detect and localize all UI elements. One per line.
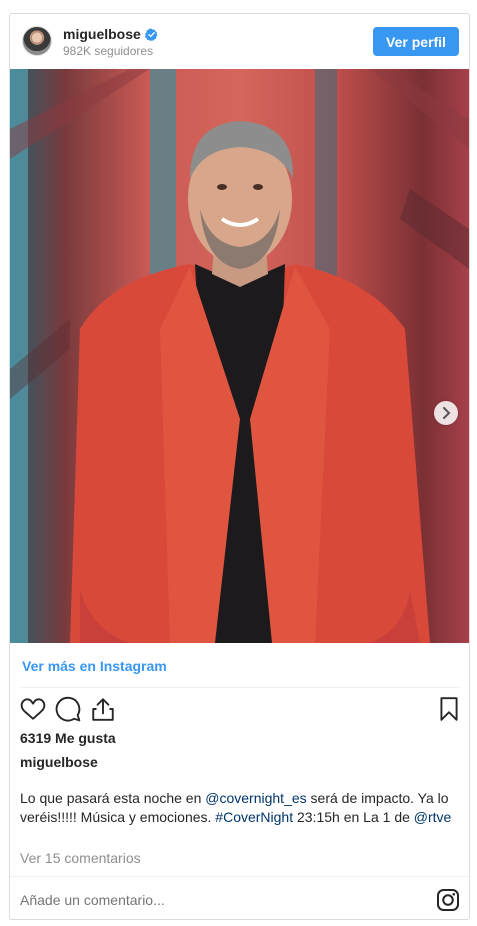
- like-count[interactable]: 6319 Me gusta: [20, 730, 116, 746]
- divider: [10, 876, 469, 877]
- comment-input[interactable]: [20, 892, 400, 908]
- mention-covernight[interactable]: @covernight_es: [205, 790, 306, 806]
- post-header: miguelbose 982K seguidores Ver perfil: [10, 14, 469, 69]
- avatar[interactable]: [22, 26, 52, 56]
- view-more-link[interactable]: Ver más en Instagram: [22, 658, 167, 674]
- instagram-embed-card: miguelbose 982K seguidores Ver perfil Ve…: [9, 13, 470, 920]
- hashtag-covernight[interactable]: #CoverNight: [215, 809, 293, 825]
- share-icon[interactable]: [90, 696, 116, 722]
- username-row: miguelbose: [63, 26, 158, 42]
- caption-author[interactable]: miguelbose: [20, 754, 98, 770]
- follower-count: 982K seguidores: [63, 44, 154, 58]
- view-profile-button[interactable]: Ver perfil: [373, 27, 459, 56]
- person-illustration: [10, 69, 469, 643]
- caption-text: Lo que pasará esta noche en @covernight_…: [20, 789, 460, 827]
- post-image[interactable]: [10, 69, 469, 643]
- verified-badge-icon: [144, 28, 158, 41]
- instagram-logo-icon[interactable]: [436, 888, 460, 912]
- divider: [20, 687, 459, 688]
- mention-rtve[interactable]: @rtve: [414, 809, 452, 825]
- carousel-next-button[interactable]: [434, 401, 458, 425]
- view-comments-link[interactable]: Ver 15 comentarios: [20, 850, 141, 866]
- comment-icon[interactable]: [55, 696, 81, 722]
- bookmark-icon[interactable]: [436, 696, 462, 722]
- caption-segment: 23:15h en La 1 de: [293, 809, 414, 825]
- caption-segment: Lo que pasará esta noche en: [20, 790, 206, 806]
- chevron-right-icon: [443, 407, 451, 419]
- username[interactable]: miguelbose: [63, 26, 141, 42]
- heart-icon[interactable]: [20, 696, 46, 722]
